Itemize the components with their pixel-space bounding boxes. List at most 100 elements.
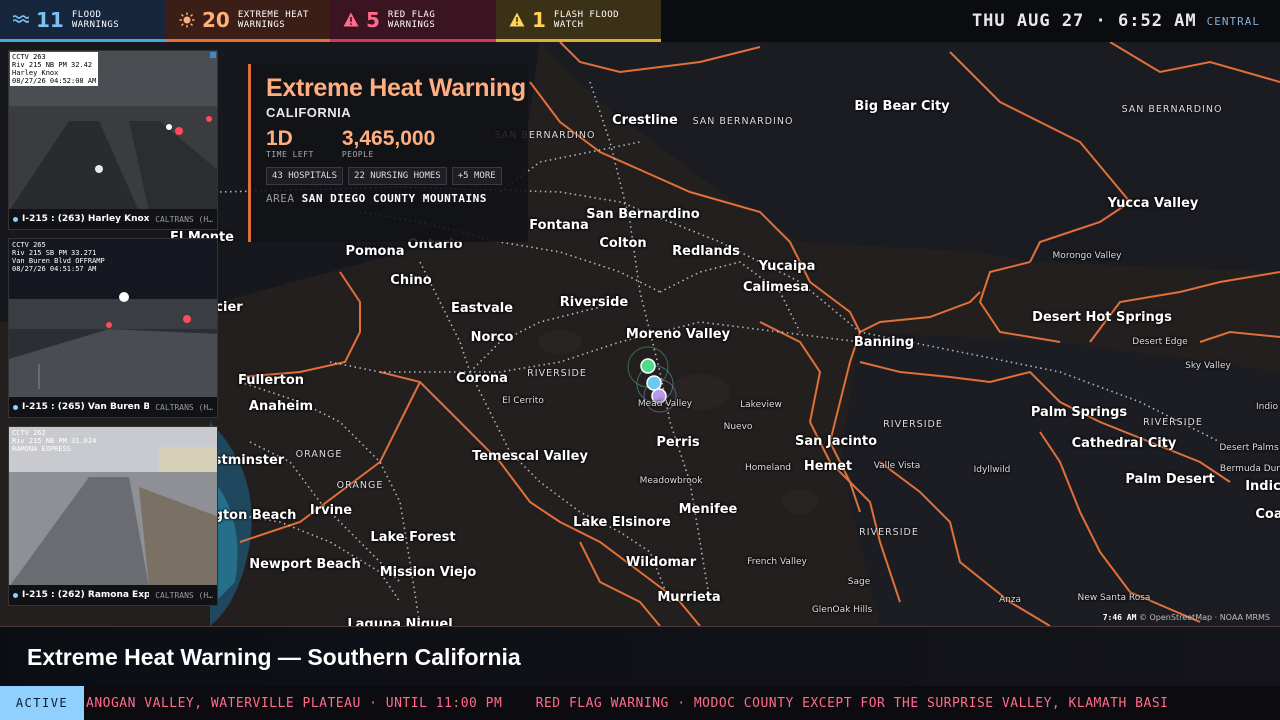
city-temescal-valley: Temescal Valley — [472, 449, 588, 464]
camera-name: I-215 : (265) Van Buren Boul… — [22, 402, 149, 412]
region-label: ORANGE — [295, 449, 343, 460]
area-label: AREA — [266, 192, 295, 205]
region-label: ORANGE — [336, 480, 384, 491]
camera-caption: I-215 : (263) Harley Knox CALTRANS (H… — [9, 209, 217, 229]
extreme-heat-label-2: WARNINGS — [237, 19, 286, 30]
hospitals-chip[interactable]: 43 HOSPITALS — [266, 167, 344, 185]
place-lakeview: Lakeview — [740, 400, 782, 410]
city-riverside: Riverside — [559, 295, 629, 310]
flood-warnings-count: 11 — [36, 7, 64, 32]
camera-source: CALTRANS (H… — [155, 590, 213, 600]
region-riverside-2: RIVERSIDE — [883, 419, 943, 431]
sun-icon — [178, 11, 196, 29]
stamp-line: 08/27/26 04:52:08 AM — [12, 77, 97, 85]
region-label: RIVERSIDE — [1143, 417, 1203, 428]
stamp-line: Riv 215 SB PM 33.271 — [12, 249, 97, 257]
flash-flood-count: 1 — [532, 7, 546, 32]
stamp-line: 08/27/26 04:51:57 AM — [12, 265, 97, 273]
stamp-line: CCTV 265 — [12, 241, 46, 249]
stamp-line: Harley Knox — [12, 69, 59, 77]
red-flag-label-1: RED FLAG — [387, 9, 436, 20]
flood-warnings-pill[interactable]: 11 FLOOD WARNINGS — [0, 0, 166, 42]
city-wildomar: Wildomar — [625, 555, 697, 570]
city-palm-desert: Palm Desert — [1125, 472, 1215, 487]
region-label: RIVERSIDE — [883, 419, 943, 430]
camera-stamp: CCTV 265 Riv 215 SB PM 33.271 Van Buren … — [10, 240, 107, 274]
extreme-heat-warnings-pill[interactable]: 20 EXTREME HEAT WARNINGS — [166, 0, 330, 42]
city-san-jacinto: San Jacinto — [794, 434, 878, 449]
camera-stamp: CCTV 263 Riv 215 NB PM 32.42 Harley Knox… — [10, 52, 99, 86]
region-orange-2: ORANGE — [337, 480, 384, 492]
camera-name: I-215 : (262) Ramona Expres… — [22, 590, 150, 600]
red-flag-label-2: WARNINGS — [387, 19, 436, 30]
camera-caption: I-215 : (265) Van Buren Boul… CALTRANS (… — [9, 397, 217, 417]
red-flag-count: 5 — [366, 7, 380, 32]
time-left-value: 1D — [266, 127, 293, 150]
place-bermuda-dunes: Bermuda Dun — [1219, 464, 1280, 474]
city-indio: Indic — [1245, 479, 1280, 494]
city-norco: Norco — [470, 330, 514, 345]
people-value: 3,465,000 — [341, 127, 436, 150]
more-chip[interactable]: +5 MORE — [451, 167, 502, 185]
region-riverside-3: RIVERSIDE — [1143, 417, 1203, 429]
camera-indicator — [210, 52, 216, 58]
nursing-homes-chip[interactable]: 22 NURSING HOMES — [348, 167, 447, 185]
people-label: PEOPLE — [341, 150, 374, 159]
place-morongo-valley: Morongo Valley — [1052, 251, 1122, 261]
attribution-time: 7:46 AM — [1102, 613, 1137, 622]
city-eastvale: Eastvale — [450, 301, 514, 316]
traffic-camera-263[interactable]: CCTV 263 Riv 215 NB PM 32.42 Harley Knox… — [8, 50, 218, 230]
place-desert-palms: Desert Palms — [1219, 443, 1279, 453]
city-yucca-valley: Yucca Valley — [1107, 196, 1199, 211]
flash-flood-label-2: WATCH — [553, 19, 584, 30]
city-huntington-beach: gton Beach — [213, 508, 297, 523]
attribution-text: © OpenStreetMap · NOAA MRMS — [1138, 613, 1270, 622]
city-anaheim: Anaheim — [248, 399, 314, 414]
stamp-line: CCTV 262 — [12, 429, 46, 437]
city-calimesa: Calimesa — [742, 280, 810, 295]
place-el-cerrito: El Cerrito — [502, 396, 544, 406]
stamp-line: CCTV 263 — [12, 53, 46, 61]
place-indio: Indio — [1255, 402, 1279, 412]
place-meadowbrook: Meadowbrook — [639, 476, 703, 486]
map-attribution: 7:46 AM © OpenStreetMap · NOAA MRMS — [1103, 613, 1270, 622]
time-left-label: TIME LEFT — [266, 150, 314, 159]
city-fullerton: Fullerton — [237, 373, 305, 388]
flash-flood-watch-pill[interactable]: 1 FLASH FLOOD WATCH — [496, 0, 661, 42]
city-perris: Perris — [656, 435, 700, 450]
alert-detail-card[interactable]: Extreme Heat Warning CALIFORNIA 1D TIME … — [248, 64, 528, 242]
traffic-camera-262[interactable]: CCTV 262 Riv 215 NB PM 31.024 RAMONA EXP… — [8, 426, 218, 606]
stamp-line: Riv 215 NB PM 32.42 — [12, 61, 93, 69]
region-riverside-4: RIVERSIDE — [859, 527, 919, 539]
city-corona: Corona — [456, 371, 508, 386]
city-palm-springs: Palm Springs — [1030, 405, 1128, 420]
city-lake-elsinore: Lake Elsinore — [573, 515, 671, 530]
red-flag-warnings-pill[interactable]: 5 RED FLAG WARNINGS — [330, 0, 496, 42]
camera-stamp: CCTV 262 Riv 215 NB PM 31.024 RAMONA EXP… — [10, 428, 98, 454]
ticker-text: ANOGAN VALLEY, WATERVILLE PLATEAU · UNTI… — [86, 695, 1169, 711]
city-laguna-niguel: Laguna Niguel — [347, 617, 453, 626]
time-left-stat: 1D TIME LEFT — [266, 127, 314, 160]
camera-source: CALTRANS (H… — [155, 214, 213, 224]
waves-icon — [12, 11, 30, 29]
stamp-line: Riv 215 NB PM 31.024 — [12, 437, 97, 445]
camera-caption: I-215 : (262) Ramona Expres… CALTRANS (H… — [9, 585, 217, 605]
city-pomona: Pomona — [345, 244, 405, 259]
city-westminster: stminster — [213, 453, 285, 468]
city-chino: Chino — [390, 273, 432, 288]
alert-title: Extreme Heat Warning — [266, 74, 526, 102]
timezone-text: CENTRAL — [1206, 14, 1260, 28]
place-sky-valley: Sky Valley — [1185, 361, 1231, 371]
alert-triangle-icon — [508, 11, 526, 29]
place-homeland: Homeland — [744, 463, 792, 473]
alert-triangle-icon — [342, 11, 360, 29]
city-newport-beach: Newport Beach — [249, 557, 361, 572]
place-new-santa-rosa: New Santa Rosa — [1077, 593, 1151, 603]
flood-warnings-label-2: WARNINGS — [71, 19, 120, 30]
traffic-camera-265[interactable]: CCTV 265 Riv 215 SB PM 33.271 Van Buren … — [8, 238, 218, 418]
city-lake-forest: Lake Forest — [370, 530, 456, 545]
city-coachella: Coa — [1255, 507, 1280, 522]
lower-third: Extreme Heat Warning — Southern Californ… — [0, 626, 1280, 686]
datetime-text: THU AUG 27 · 6:52 AM — [971, 11, 1197, 31]
city-redlands: Redlands — [672, 244, 740, 259]
